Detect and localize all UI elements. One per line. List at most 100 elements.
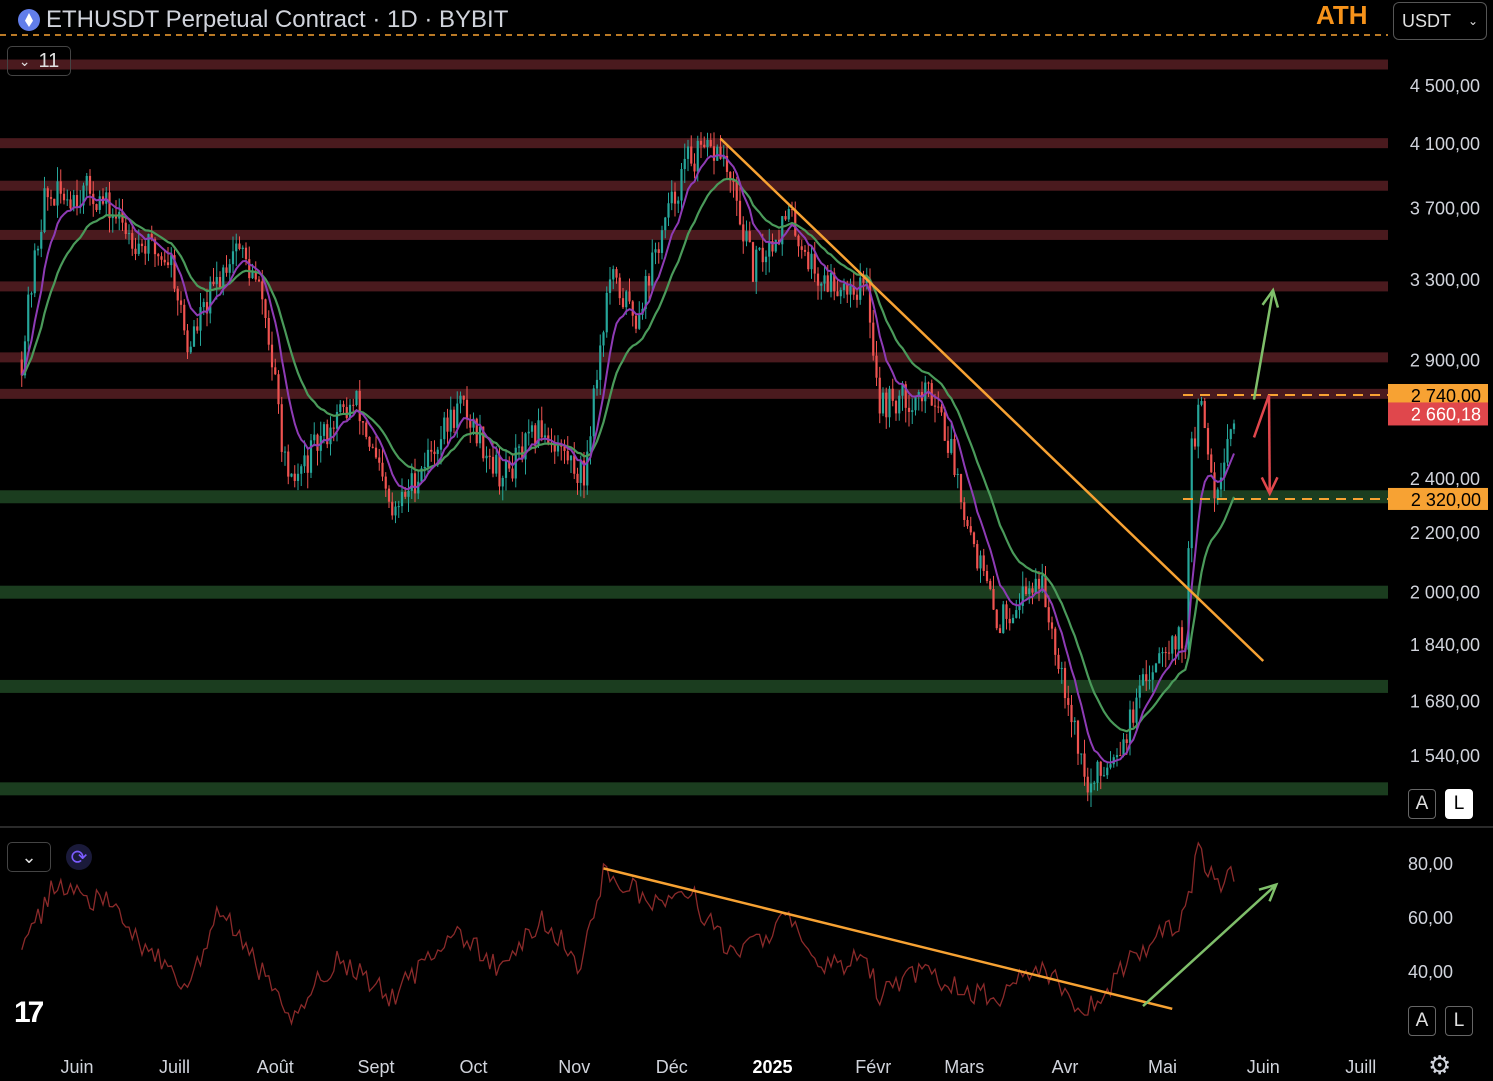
resistance-zone-5 xyxy=(0,352,1388,363)
candle-body xyxy=(40,231,43,249)
candle xyxy=(277,370,280,414)
candle-body xyxy=(394,506,397,516)
candle-body xyxy=(1002,604,1005,634)
candle xyxy=(329,416,332,456)
candle xyxy=(79,190,82,214)
candle xyxy=(556,435,560,457)
time-tick-label: Août xyxy=(257,1057,294,1077)
candle-body xyxy=(329,427,332,445)
indicators-toggle[interactable]: ⌄ 11 xyxy=(7,46,71,76)
candle-body xyxy=(85,175,88,186)
candle-body xyxy=(1041,575,1044,589)
candle-body xyxy=(1047,607,1050,623)
candle-body xyxy=(59,181,62,194)
candle-body xyxy=(735,181,738,201)
price-tick-label: 1 840,00 xyxy=(1410,635,1480,655)
candle-body xyxy=(849,286,852,295)
candle xyxy=(813,241,816,283)
candle xyxy=(1089,768,1093,808)
candle xyxy=(504,449,508,491)
candle-body xyxy=(1011,617,1015,624)
candle xyxy=(511,453,514,482)
candle-body xyxy=(966,519,969,527)
candle-body xyxy=(1161,652,1164,654)
candle xyxy=(485,446,488,473)
candle xyxy=(371,443,374,449)
candle xyxy=(618,273,621,305)
candle-body xyxy=(836,291,839,297)
candle xyxy=(1054,626,1057,666)
candle xyxy=(88,169,92,206)
candle xyxy=(800,239,803,259)
candle xyxy=(443,411,446,445)
rsi-collapse-toggle[interactable]: ⌄ xyxy=(7,842,51,872)
tradingview-logo[interactable]: 17 xyxy=(14,996,44,1030)
time-tick-label: Juill xyxy=(1345,1057,1376,1077)
candle-body xyxy=(160,256,163,260)
candle-body xyxy=(959,474,963,503)
candle-body xyxy=(228,264,231,273)
gear-icon[interactable]: ⚙ xyxy=(1428,1050,1451,1081)
candle-body xyxy=(443,417,446,440)
candle-body xyxy=(1216,489,1219,499)
candle xyxy=(989,578,992,591)
rsi-auto-scale-button[interactable]: A xyxy=(1408,1006,1436,1036)
candle xyxy=(667,192,670,226)
candle xyxy=(144,240,147,265)
candle-body xyxy=(878,377,881,414)
candle xyxy=(803,245,807,257)
candle-body xyxy=(579,460,582,483)
candle-body xyxy=(391,501,394,516)
candle-body xyxy=(365,422,368,437)
candle-body xyxy=(244,247,248,260)
candle xyxy=(885,387,888,429)
candle-body xyxy=(495,454,498,474)
candle xyxy=(209,276,212,324)
candle xyxy=(508,456,511,472)
candle-body xyxy=(1037,578,1041,589)
candle xyxy=(446,408,449,444)
candle-body xyxy=(599,345,602,380)
candle-body xyxy=(680,169,683,201)
candle xyxy=(46,186,49,211)
candle-body xyxy=(673,191,677,204)
price-tick-label: 1 680,00 xyxy=(1410,692,1480,712)
candle-body xyxy=(218,276,222,288)
candle-body xyxy=(144,246,147,254)
refresh-icon[interactable]: ⟳ xyxy=(66,844,92,870)
candle-body xyxy=(436,449,439,455)
candle-body xyxy=(1148,679,1151,682)
candle-body xyxy=(1128,709,1132,744)
candle-body xyxy=(670,191,673,204)
candle xyxy=(140,239,144,253)
candle-body xyxy=(569,455,573,461)
candle-body xyxy=(342,404,345,408)
candle-body xyxy=(478,426,482,444)
log-scale-button[interactable]: L xyxy=(1445,789,1473,819)
time-tick-label: 2025 xyxy=(752,1057,792,1077)
candle-body xyxy=(719,146,722,159)
candle xyxy=(953,429,956,478)
candle-body xyxy=(1083,753,1086,777)
candle xyxy=(917,389,920,411)
candle-body xyxy=(95,204,98,210)
candle xyxy=(829,263,833,298)
candle xyxy=(374,435,378,459)
candle-body xyxy=(251,271,254,279)
candle-body xyxy=(875,355,878,378)
candle-body xyxy=(774,239,777,252)
candle xyxy=(563,439,566,464)
candle-body xyxy=(400,491,404,507)
chart-canvas[interactable]: 2 740,002 320,002 660,18 4 500,004 100,0… xyxy=(0,0,1493,1080)
rsi-log-scale-button[interactable]: L xyxy=(1445,1006,1473,1036)
candle-body xyxy=(491,456,495,474)
auto-scale-button[interactable]: A xyxy=(1408,789,1436,819)
candle xyxy=(530,421,534,438)
candle-body xyxy=(556,445,560,452)
currency-select[interactable]: USDT ⌄ xyxy=(1393,2,1487,40)
candle xyxy=(634,314,638,334)
candle xyxy=(784,210,787,221)
candle xyxy=(946,426,950,458)
candle xyxy=(982,548,985,577)
candle-body xyxy=(573,455,576,474)
